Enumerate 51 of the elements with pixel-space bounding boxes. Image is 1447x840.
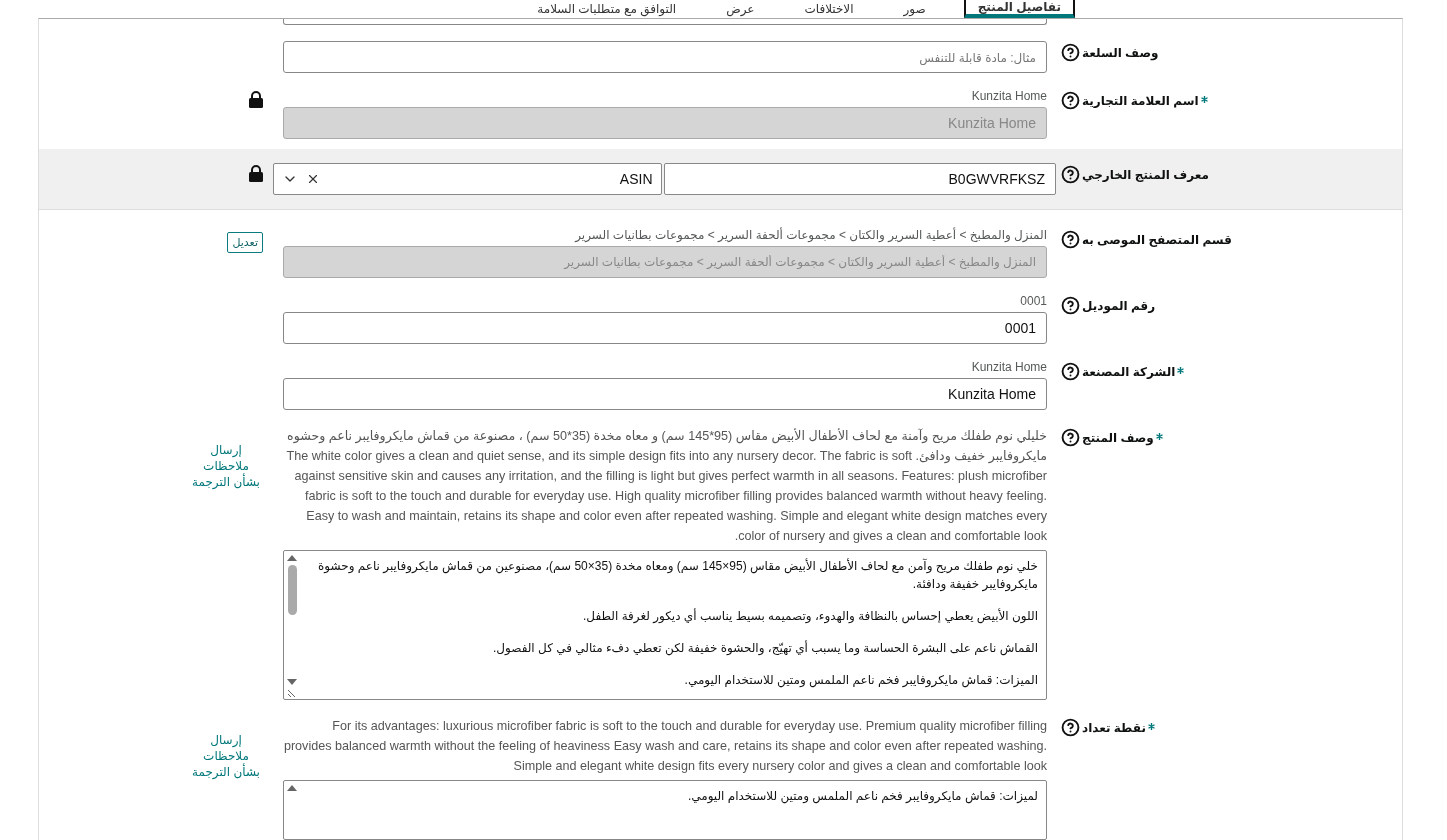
field-label: نقطة تعداد (1082, 720, 1146, 735)
help-icon[interactable] (1061, 362, 1080, 381)
lock-icon (249, 91, 263, 108)
tab[interactable]: الاختلافات (792, 0, 866, 18)
lock-icon (249, 165, 263, 182)
required-icon (1155, 433, 1163, 440)
id-type-select[interactable]: ASIN (273, 163, 662, 195)
required-icon (1147, 723, 1155, 730)
field-label: وصف السلعة (1082, 45, 1159, 60)
scroll-up-icon[interactable] (287, 555, 297, 561)
field-label: اسم العلامة التجارية (1082, 93, 1199, 108)
text-field[interactable]: Kunzita Home (283, 378, 1047, 410)
required-icon (1200, 96, 1208, 103)
field-caption: المنزل والمطبخ > أعطية السرير والكتان > مجموعات ألحفة السرير > مجموعات بطانيات السرير (573, 228, 1047, 242)
tab[interactable]: صور (891, 0, 938, 18)
field-label: معرف المنتج الخارجي (1082, 167, 1209, 182)
scroll-down-icon[interactable] (287, 679, 297, 685)
text-field[interactable]: مثال: مادة قابلة للتنفس (283, 41, 1047, 73)
translation-feedback-link[interactable]: إرسال ملاحظات بشأن الترجمة (189, 442, 263, 490)
field-caption: 0001 (1019, 294, 1047, 308)
help-icon[interactable] (1061, 428, 1080, 447)
field-caption: Kunzita Home (970, 360, 1047, 374)
field-label: وصف المنتج (1082, 430, 1154, 445)
clear-icon[interactable] (306, 172, 320, 186)
field-label: رقم الموديل (1082, 298, 1156, 313)
text-area[interactable] (283, 550, 1047, 700)
help-icon[interactable] (1061, 43, 1080, 62)
source-text: For its advantages: luxurious microfiber fabric is soft to the touch and durable for everyday use. Premium quality microfiber filling provides balanced warmth without the feeling of heaviness Easy wash and care, retains its shape and color even after repeated washing. Simple and elegant white design fits every nursery color and gives a clean and comfortable look (283, 718, 1047, 775)
text-area[interactable]: لميزات: قماش مايكروفايبر فخم ناعم الملمس ومتين للاستخدام اليومي. (283, 780, 1047, 840)
required-icon (1177, 367, 1185, 374)
field-label: قسم المتصفح الموصى به (1082, 232, 1232, 247)
paragraph-text: خلي نوم طفلك مريح وآمن مع لحاف الأطفال الأبيض مقاس (95×145 سم) ومعاه مخدة (35×50 سم)، مصنوعين من قماش مايكروفايبر ناعم وحشوة مايكروفايبر خفيفة ودافئة. (317, 557, 1038, 593)
tab[interactable]: تفاصيل المنتج (963, 0, 1075, 18)
text-field[interactable]: 0001 (283, 312, 1047, 344)
resize-grip-icon[interactable] (288, 689, 296, 697)
tab[interactable]: التوافق مع متطلبات السلامة (525, 0, 689, 18)
field-caption: Kunzita Home (970, 89, 1047, 103)
field-label: الشركة المصنعة (1082, 364, 1176, 379)
paragraph-text: الميزات: قماش مايكروفايبر فخم ناعم الملمس ومتين للاستخدام اليومي. (683, 672, 1038, 689)
paragraph-text: لميزات: قماش مايكروفايبر فخم ناعم الملمس ومتين للاستخدام اليومي. (686, 788, 1038, 805)
translation-feedback-link[interactable]: إرسال ملاحظات بشأن الترجمة (189, 732, 263, 780)
paragraph-text: اللون الأبيض يعطي إحساس بالنظافة والهدوء، وتصميمه بسيط يناسب أي ديكور لغرفة الطفل. (582, 607, 1038, 625)
text-field[interactable]: B0GWVRFKSZ (663, 163, 1056, 195)
tab[interactable]: عرض (714, 0, 767, 18)
help-icon[interactable] (1061, 718, 1080, 737)
help-icon[interactable] (1061, 165, 1080, 184)
source-text: خليلي نوم طفلك مريح وآمنة مع لحاف الأطفال الأبيض مقاس (95*145 سم) و معاه مخدة (35*50 سم) ، مصنوعة من قماش مايكروفايبر ناعم وحشوه مايكروفايبر خفيف ودافئ. The white color gives a clean and quiet sense, and its simple design fits into any nursery decor. The fabric is soft against sensitive skin and causes any irritation, and the filling is light but gives perfect warmth in all seasons. Features: plush microfiber fabric is soft to the touch and durable for everyday use. High quality microfiber filling provides balanced warmth without heavy feeling. Easy to wash and maintain, retains its shape and color even after repeated washing. Simple and elegant white design matches every color of nursery and gives a clean and comfortable look. (285, 427, 1047, 545)
help-icon[interactable] (1061, 296, 1080, 315)
paragraph-text: القماش ناعم على البشرة الحساسة وما يسبب أي تهيّج، والحشوة خفيفة لكن تعطي دفء مثالي في كل الفصول. (492, 639, 1038, 657)
scrollbar-thumb[interactable] (287, 565, 297, 615)
scroll-up-icon[interactable] (287, 785, 297, 791)
